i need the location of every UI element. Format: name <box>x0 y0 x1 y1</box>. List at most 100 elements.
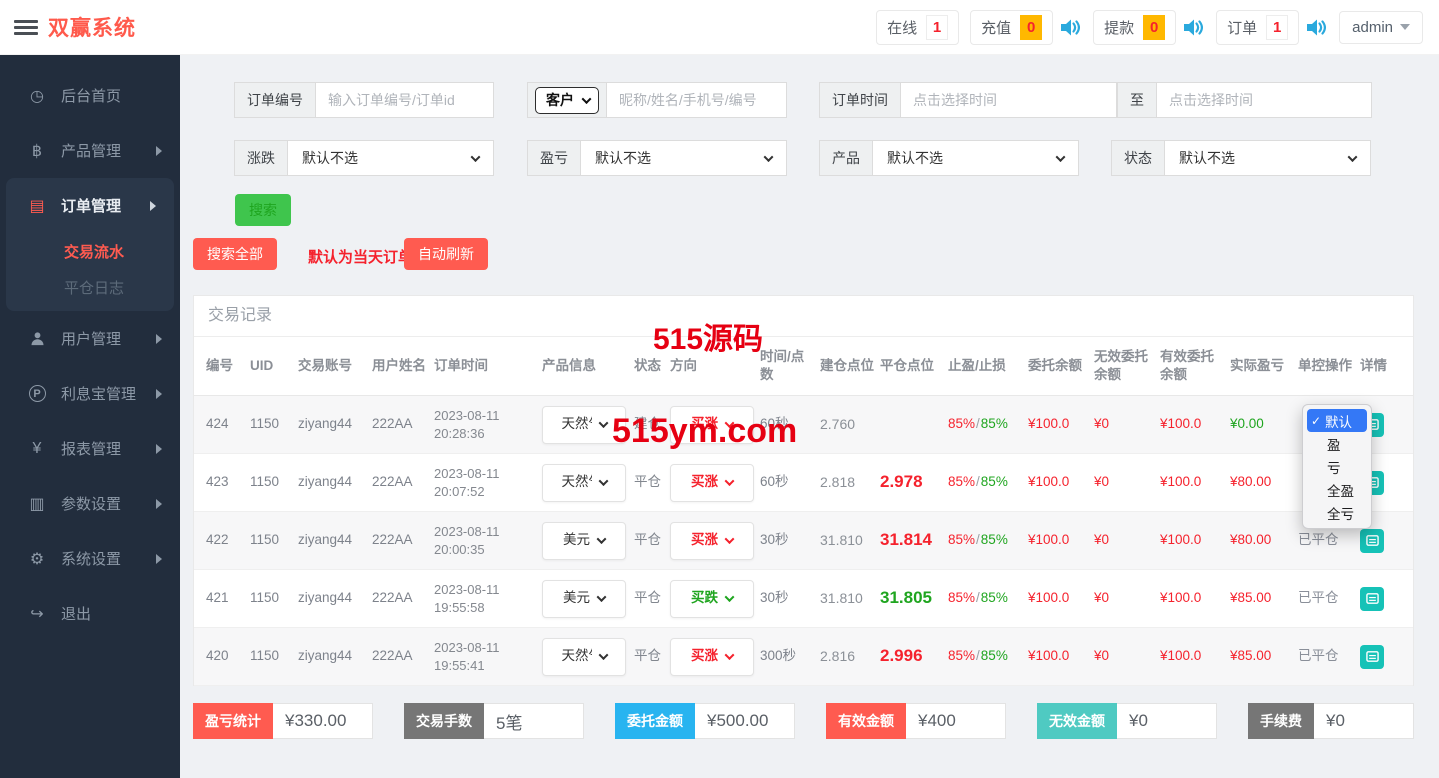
speaker-icon[interactable] <box>1061 19 1082 36</box>
direction-select[interactable]: 买涨 <box>670 463 754 502</box>
filter-product: 产品 默认不选 <box>819 140 1079 176</box>
status-select[interactable]: 默认不选 <box>1164 140 1371 176</box>
single-control-dropdown: ✓ 默认盈亏全盈 全亏 <box>1302 404 1372 529</box>
chevron-down-icon <box>596 534 607 545</box>
detail-button[interactable] <box>1360 528 1384 553</box>
cell-product: 天然气 <box>542 463 634 502</box>
sidebar-item-interest[interactable]: P 利息宝管理 <box>0 366 180 421</box>
product-select[interactable]: 天然气 <box>542 637 626 676</box>
product-select[interactable]: 美元 <box>542 579 626 618</box>
auto-refresh-button[interactable]: 自动刷新 <box>404 238 488 270</box>
cell-duration: 300秒 <box>760 648 797 664</box>
table-row: 420 1150 ziyang44 222AA 2023-08-11 19:55:… <box>194 628 1413 686</box>
interest-icon: P <box>26 385 48 402</box>
search-button[interactable]: 搜索 <box>235 194 291 226</box>
direction-select[interactable]: 买涨 <box>670 637 754 676</box>
menu-toggle-icon[interactable] <box>14 17 38 38</box>
cell-invalid-balance: ¥0 <box>1094 590 1110 606</box>
summary-label: 交易手数 <box>404 703 484 739</box>
stat-label: 订单 <box>1227 19 1258 37</box>
cell-order-time: 2023-08-11 20:07:52 <box>434 465 500 499</box>
order-no-input[interactable] <box>315 82 494 118</box>
sidebar-item-users[interactable]: 用户管理 <box>0 311 180 366</box>
column-header: 委托余额 <box>1028 357 1082 373</box>
profit-select[interactable]: 默认不选 <box>580 140 787 176</box>
table-row: 423 1150 ziyang44 222AA 2023-08-11 20:07:… <box>194 454 1413 512</box>
sidebar-item-logout[interactable]: ↪ 退出 <box>0 586 180 641</box>
direction-select[interactable]: 买跌 <box>670 579 754 618</box>
cell-tp-sl: 85%/85% <box>948 416 1008 432</box>
sidebar-subitem-close-log[interactable]: 平仓日志 <box>6 269 174 305</box>
column-header: 产品信息 <box>542 357 596 373</box>
dropdown-option[interactable]: 盈 <box>1307 432 1367 455</box>
chevron-down-icon <box>763 151 774 162</box>
cell-product: 美元 <box>542 521 634 560</box>
cell-open-point: 2.760 <box>820 416 856 433</box>
cell-status: 平仓 <box>634 648 661 664</box>
updown-select[interactable]: 默认不选 <box>287 140 494 176</box>
stat-box[interactable]: 订单 1 <box>1216 9 1300 45</box>
order-no-label: 订单编号 <box>234 82 315 118</box>
sidebar-item-label: 报表管理 <box>61 441 122 458</box>
cell-invalid-balance: ¥0 <box>1094 532 1110 548</box>
direction-select[interactable]: 买涨 <box>670 521 754 560</box>
admin-menu[interactable]: admin <box>1339 10 1423 44</box>
sidebar-item-orders[interactable]: ▤ 订单管理 <box>6 178 174 233</box>
speaker-icon[interactable] <box>1184 19 1205 36</box>
detail-button[interactable] <box>1360 586 1384 611</box>
cell-close-point: 31.814 <box>880 530 932 550</box>
stat-badge: 0 <box>1020 14 1043 40</box>
cell-close-point: 2.978 <box>880 472 923 492</box>
status-label: 状态 <box>1111 140 1164 176</box>
sidebar-item-dashboard[interactable]: ◷ 后台首页 <box>0 68 180 123</box>
dropdown-option[interactable]: 亏 <box>1307 455 1367 478</box>
stat-badge: 1 <box>926 14 949 40</box>
stat-label: 提款 <box>1104 19 1135 37</box>
dropdown-option[interactable]: 全盈 <box>1307 478 1367 501</box>
bitcoin-icon: ฿ <box>31 142 43 160</box>
time-from-input[interactable] <box>900 82 1117 118</box>
cell-valid-balance: ¥100.0 <box>1160 416 1202 432</box>
stat-box[interactable]: 在线 1 <box>876 9 960 45</box>
customer-search-input[interactable] <box>606 82 787 118</box>
cell-detail <box>1360 586 1402 611</box>
detail-button[interactable] <box>1360 644 1384 669</box>
dropdown-option[interactable]: ✓ 默认 <box>1307 409 1367 432</box>
sidebar-item-params[interactable]: ▥ 参数设置 <box>0 476 180 531</box>
chevron-down-icon <box>724 534 735 545</box>
customer-type-select[interactable]: 客户 <box>535 86 599 114</box>
product-select[interactable]: 美元 <box>542 521 626 560</box>
stat-badge: 0 <box>1143 14 1166 40</box>
column-header: 建仓点位 <box>820 357 874 373</box>
column-header: 交易账号 <box>298 357 352 373</box>
product-filter-select[interactable]: 默认不选 <box>872 140 1079 176</box>
cell-open-point: 2.818 <box>820 474 856 491</box>
stat-box[interactable]: 充值 0 <box>970 9 1054 45</box>
cell-open-point: 31.810 <box>820 532 863 549</box>
cell-open-point: 31.810 <box>820 590 863 607</box>
cell-status: 平仓 <box>634 590 661 606</box>
table-body: 424 1150 ziyang44 222AA 2023-08-11 20:28:… <box>194 396 1413 686</box>
sidebar-item-label: 参数设置 <box>61 496 122 513</box>
sidebar-item-reports[interactable]: ¥ 报表管理 <box>0 421 180 476</box>
chevron-down-icon <box>724 650 735 661</box>
cell-order-time: 2023-08-11 19:55:58 <box>434 581 500 615</box>
search-all-button[interactable]: 搜索全部 <box>193 238 277 270</box>
sidebar: ◷ 后台首页 ฿ 产品管理 ▤ 订单管理 交易流水 平仓日志 用户管理 P 利息… <box>0 55 180 778</box>
summary-group: 手续费 ¥0 <box>1248 703 1414 739</box>
filter-status: 状态 默认不选 <box>1111 140 1371 176</box>
sidebar-item-system[interactable]: ⚙ 系统设置 <box>0 531 180 586</box>
speaker-icon[interactable] <box>1307 19 1328 36</box>
dropdown-option[interactable]: 全亏 <box>1307 501 1367 524</box>
sidebar-item-products[interactable]: ฿ 产品管理 <box>0 123 180 178</box>
cell-actual-profit: ¥85.00 <box>1230 590 1272 606</box>
sidebar-subitem-trade-flow[interactable]: 交易流水 <box>6 233 174 269</box>
trade-records-card: 交易记录 编号 UID 交易账号 用户姓名 订单时间 产品信息 状态 方向 时间/点数 建仓点位平… <box>193 295 1414 686</box>
time-to-input[interactable] <box>1156 82 1372 118</box>
product-select[interactable]: 天然气 <box>542 463 626 502</box>
filter-time-from: 订单时间 <box>819 82 1117 118</box>
cell-actual-profit: ¥80.00 <box>1230 474 1272 490</box>
cell-invalid-balance: ¥0 <box>1094 474 1110 490</box>
stat-box[interactable]: 提款 0 <box>1093 9 1177 45</box>
column-header: 有效委托余额 <box>1160 348 1214 382</box>
